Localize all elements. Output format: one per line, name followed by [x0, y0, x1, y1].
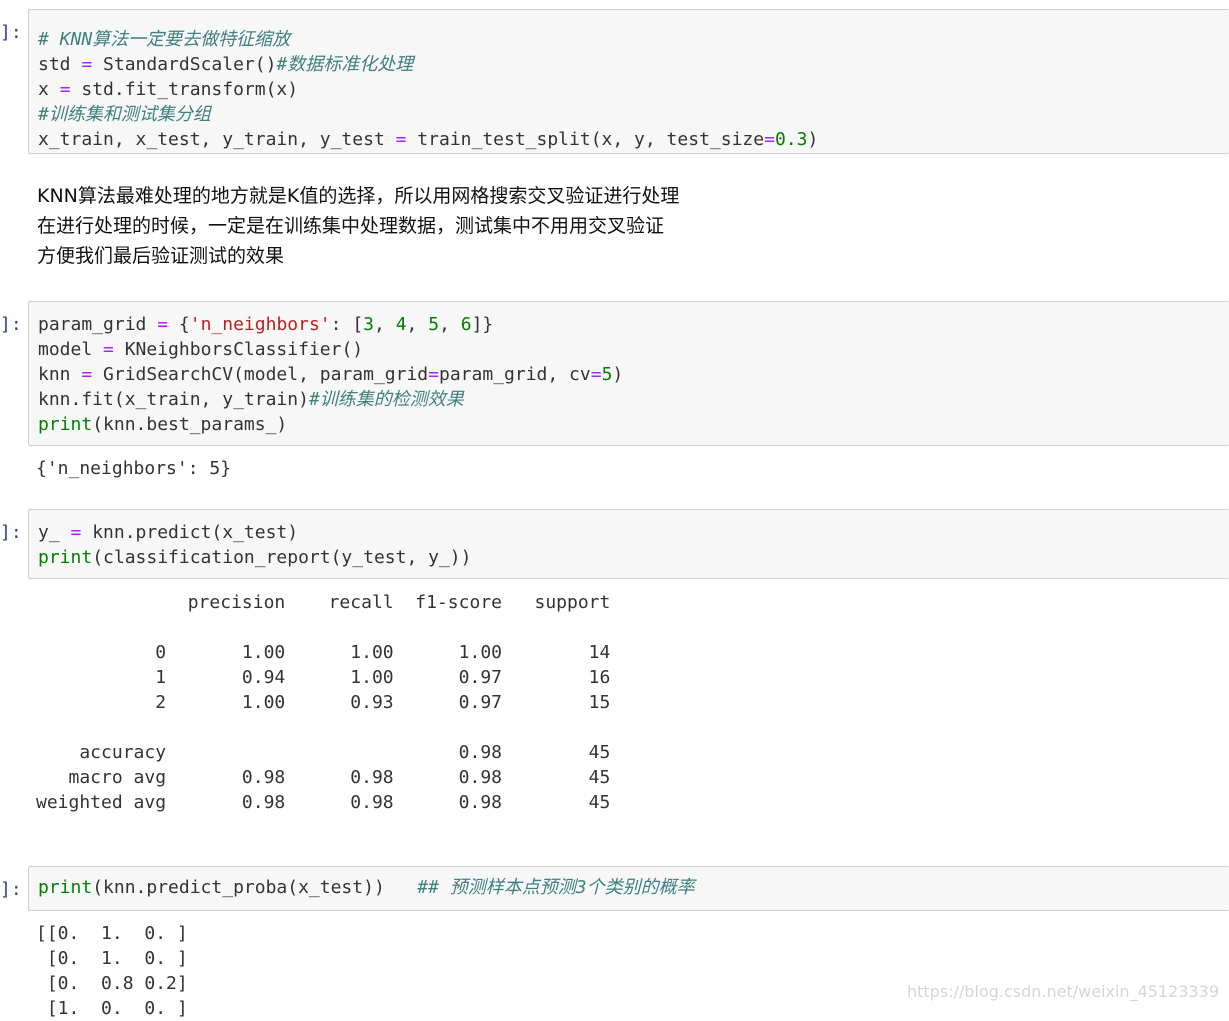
code-line: # KNN算法一定要去做特征缩放 [38, 27, 1229, 52]
code-token: { [168, 314, 190, 335]
code-token: GridSearchCV(model, param_grid [92, 364, 429, 385]
code-cell-4-output: [[0. 1. 0. ] [0. 1. 0. ] [0. 0.8 0.2] [1… [36, 921, 188, 1021]
code-token: std.fit_transform(x) [70, 79, 299, 100]
code-token: = [81, 54, 93, 75]
cell-prompt: ]: [0, 22, 22, 43]
code-token: StandardScaler() [92, 54, 277, 75]
code-token: (classification_report(y_test, y_)) [92, 547, 472, 568]
code-token: # KNN算法一定要去做特征缩放 [38, 29, 291, 50]
code-token: x_train, x_test, y_train, y_test [38, 129, 396, 150]
code-cell-1-input[interactable]: # KNN算法一定要去做特征缩放 std = StandardScaler()#数… [28, 9, 1229, 154]
code-token: (knn.predict_proba(x_test)) [92, 877, 418, 898]
code-token: = [590, 364, 602, 385]
code-token: ) [807, 129, 819, 150]
output-line: [1. 0. 0. ] [36, 998, 188, 1019]
code-token: 'n_neighbors' [189, 314, 331, 335]
markdown-line: 在进行处理的时候，一定是在训练集中处理数据，测试集中不用用交叉验证 [37, 215, 665, 237]
code-token: knn [38, 364, 82, 385]
markdown-line: KNN算法最难处理的地方就是K值的选择，所以用网格搜索交叉验证进行处理 [37, 185, 680, 207]
code-token: knn.fit(x_train, y_train) [38, 389, 309, 410]
code-token: 6 [460, 314, 472, 335]
code-token: #训练集的检测效果 [308, 389, 464, 410]
code-token: = [764, 129, 775, 150]
output-line: weighted avg 0.98 0.98 0.98 45 [36, 792, 611, 813]
code-token: y_ [38, 522, 71, 543]
code-token: 5 [601, 364, 613, 385]
code-line: std = StandardScaler()#数据标准化处理 [38, 52, 1229, 77]
code-token: param_grid, cv [439, 364, 591, 385]
code-token: (knn.best_params_) [92, 414, 288, 435]
code-token: = [70, 522, 82, 543]
code-line: model = KNeighborsClassifier() [38, 337, 1229, 362]
output-line: 0 1.00 1.00 1.00 14 [36, 642, 611, 663]
code-line: knn.fit(x_train, y_train)#训练集的检测效果 [38, 387, 1229, 412]
output-line: [0. 0.8 0.2] [36, 973, 188, 994]
output-line: precision recall f1-score support [36, 592, 611, 613]
code-line: print(classification_report(y_test, y_)) [38, 545, 1229, 570]
code-line: param_grid = {'n_neighbors': [3, 4, 5, 6… [38, 312, 1229, 337]
code-token: ) [612, 364, 624, 385]
code-token: 0.3 [774, 129, 808, 150]
code-token: : [ [330, 314, 364, 335]
markdown-cell: KNN算法最难处理的地方就是K值的选择，所以用网格搜索交叉验证进行处理 在进行处… [37, 181, 679, 271]
code-cell-3-output: precision recall f1-score support 0 1.00… [36, 590, 610, 815]
code-token: = [157, 314, 169, 335]
code-token: 3 [363, 314, 374, 335]
cell-prompt: ]: [0, 522, 22, 543]
code-token: KNeighborsClassifier() [113, 339, 364, 360]
code-cell-2-output: {'n_neighbors': 5} [36, 456, 231, 481]
code-token: 4 [395, 314, 407, 335]
code-token: print [38, 547, 93, 568]
output-line: macro avg 0.98 0.98 0.98 45 [36, 767, 611, 788]
code-line: print(knn.predict_proba(x_test)) ## 预测样本… [38, 875, 1229, 900]
code-token: #数据标准化处理 [276, 54, 414, 75]
cell-prompt: ]: [0, 314, 22, 335]
code-token: std [38, 54, 82, 75]
cell-prompt: ]: [0, 879, 22, 900]
code-cell-2-lines: param_grid = {'n_neighbors': [3, 4, 5, 6… [38, 312, 1229, 437]
output-line: 2 1.00 0.93 0.97 15 [36, 692, 611, 713]
code-cell-3-input[interactable]: y_ = knn.predict(x_test) print(classifica… [28, 509, 1229, 579]
code-token: ]} [471, 314, 494, 335]
code-token: x [38, 79, 60, 100]
code-token: = [395, 129, 407, 150]
code-token: ## 预测样本点预测3个类别的概率 [417, 877, 695, 898]
code-line: y_ = knn.predict(x_test) [38, 520, 1229, 545]
code-token: = [81, 364, 93, 385]
code-line: knn = GridSearchCV(model, param_grid=par… [38, 362, 1229, 387]
code-token: knn.predict(x_test) [81, 522, 299, 543]
markdown-line: 方便我们最后验证测试的效果 [37, 245, 285, 267]
code-cell-4-input[interactable]: print(knn.predict_proba(x_test)) ## 预测样本… [28, 866, 1229, 911]
code-token: train_test_split(x, y, test_size [406, 129, 765, 150]
code-token: , [439, 314, 461, 335]
code-token: print [38, 414, 93, 435]
output-line: accuracy 0.98 45 [36, 742, 611, 763]
code-token: = [103, 339, 114, 360]
code-line: x = std.fit_transform(x) [38, 77, 1229, 102]
code-token: print [38, 877, 93, 898]
code-token: = [428, 364, 439, 385]
code-line: #训练集和测试集分组 [38, 102, 1229, 127]
code-token: #训练集和测试集分组 [38, 104, 211, 125]
output-line: {'n_neighbors': 5} [36, 458, 232, 479]
code-token: param_grid [38, 314, 158, 335]
code-token: 5 [428, 314, 440, 335]
code-token: , [406, 314, 429, 335]
code-cell-1-lines: # KNN算法一定要去做特征缩放 std = StandardScaler()#数… [38, 27, 1229, 152]
watermark-text: https://blog.csdn.net/weixin_45123339 [906, 982, 1219, 1001]
code-token: = [59, 79, 71, 100]
code-line: print(knn.best_params_) [38, 412, 1229, 437]
output-line: [[0. 1. 0. ] [36, 923, 188, 944]
code-cell-4-lines: print(knn.predict_proba(x_test)) ## 预测样本… [38, 875, 1229, 900]
output-line: 1 0.94 1.00 0.97 16 [36, 667, 611, 688]
output-line: [0. 1. 0. ] [36, 948, 188, 969]
code-line: x_train, x_test, y_train, y_test = train… [38, 127, 1229, 152]
code-cell-2-input[interactable]: param_grid = {'n_neighbors': [3, 4, 5, 6… [28, 301, 1229, 446]
code-cell-3-lines: y_ = knn.predict(x_test) print(classifica… [38, 520, 1229, 570]
code-token: model [38, 339, 104, 360]
code-token: , [374, 314, 396, 335]
